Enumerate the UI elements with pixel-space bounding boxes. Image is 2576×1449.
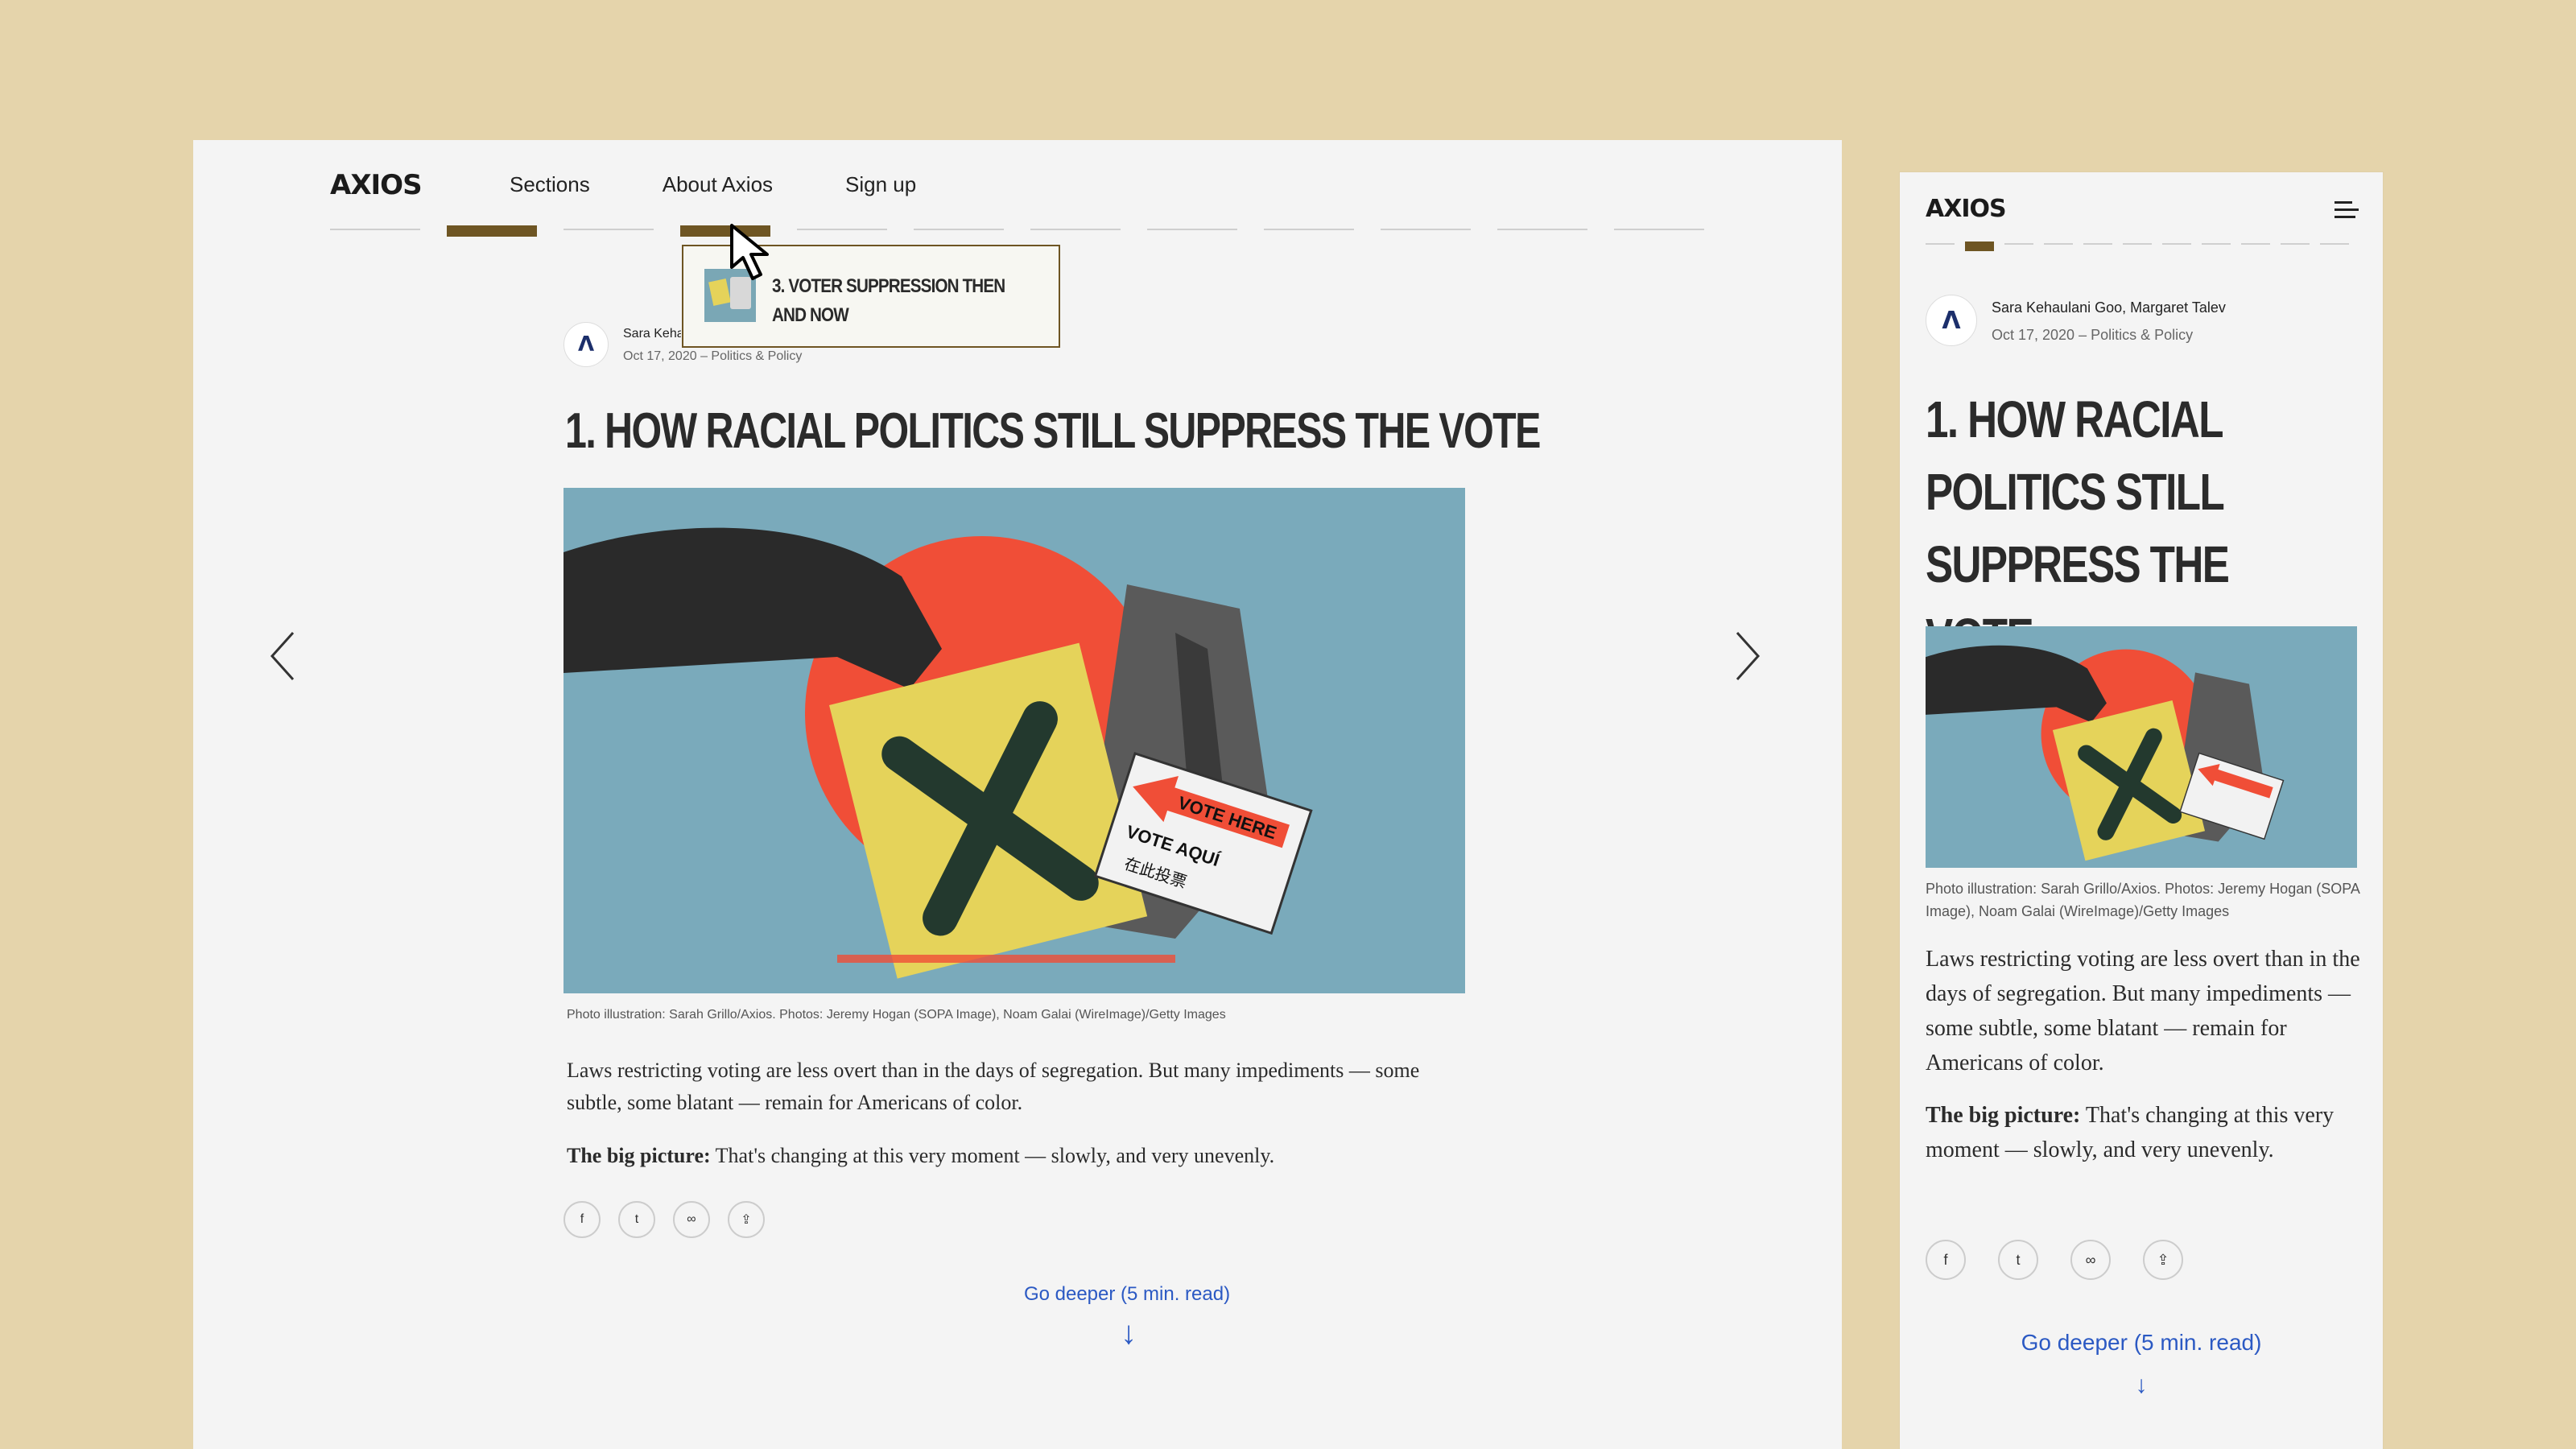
story-progress-segment-5[interactable]: [797, 229, 887, 230]
share-icon[interactable]: ⇪: [2143, 1240, 2183, 1280]
story-progress-mobile-segment-10[interactable]: [2281, 243, 2310, 245]
byline-authors[interactable]: Sara Kehaulani Goo, Margaret Talev: [623, 327, 681, 341]
previous-story-chevron-icon[interactable]: [267, 628, 299, 684]
story-progress-mobile-segment-2[interactable]: [1965, 242, 1994, 251]
share-icon[interactable]: ⇪: [728, 1201, 765, 1238]
article-headline: 1. HOW RACIAL POLITICS STILL SUPPRESS TH…: [565, 403, 1541, 459]
main-nav: Sections About Axios Sign up: [510, 172, 989, 197]
story-progress-segment-12[interactable]: [1614, 229, 1704, 230]
story-progress-mobile-segment-4[interactable]: [2044, 243, 2073, 245]
story-progress-segment-11[interactable]: [1497, 229, 1587, 230]
article-paragraph-2-mobile: The big picture: That's changing at this…: [1926, 1098, 2360, 1167]
nav-about-axios[interactable]: About Axios: [663, 172, 773, 197]
share-buttons: f t ∞ ⇪: [564, 1201, 782, 1238]
link-icon[interactable]: ∞: [673, 1201, 710, 1238]
story-progress-segment-3[interactable]: [564, 229, 654, 230]
illustration-caption-mobile: Photo illustration: Sarah Grillo/Axios. …: [1926, 881, 2359, 919]
axios-logo[interactable]: AXIOS: [330, 169, 423, 201]
share-buttons-mobile: f t ∞ ⇪: [1926, 1240, 2215, 1280]
tooltip-story-title: 3. VOTER SUPPRESSION THEN AND NOW: [772, 275, 1005, 326]
story-progress-segment-7[interactable]: [1030, 229, 1121, 230]
link-icon[interactable]: ∞: [2070, 1240, 2111, 1280]
illustration-graphic-mobile: [1926, 645, 2285, 861]
byline-meta: Oct 17, 2020 – Politics & Policy: [623, 349, 803, 363]
article-paragraph-1-mobile: Laws restricting voting are less overt t…: [1926, 947, 2360, 1075]
twitter-icon[interactable]: t: [618, 1201, 655, 1238]
facebook-icon[interactable]: f: [1926, 1240, 1966, 1280]
axios-logo-mobile[interactable]: AXIOS: [1926, 195, 2007, 223]
go-deeper-link-mobile[interactable]: Go deeper (5 min. read): [1900, 1330, 2383, 1356]
story-progress-bar: [330, 225, 1731, 237]
mobile-article-view: AXIOS Λ Sara Kehaulani Goo, Margaret Tal…: [1900, 172, 2383, 1449]
story-progress-segment-9[interactable]: [1264, 229, 1354, 230]
next-story-chevron-icon[interactable]: [1731, 628, 1763, 684]
go-deeper-link[interactable]: Go deeper (5 min. read): [998, 1283, 1256, 1306]
arrow-down-icon[interactable]: ↓: [1008, 1315, 1249, 1352]
big-picture-text: That's changing at this very moment — sl…: [710, 1144, 1275, 1167]
byline-authors-mobile[interactable]: Sara Kehaulani Goo, Margaret Talev: [1992, 299, 2226, 316]
arrow-down-icon[interactable]: ↓: [1900, 1372, 2383, 1399]
story-progress-segment-10[interactable]: [1381, 229, 1471, 230]
facebook-icon[interactable]: f: [564, 1201, 601, 1238]
illustration-graphic: VOTE HERE VOTE AQUÍ 在此投票: [564, 527, 1313, 979]
article-illustration-mobile: [1926, 626, 2357, 868]
story-progress-bar-mobile: [1926, 242, 2359, 251]
mouse-cursor-icon: [730, 224, 769, 280]
story-progress-mobile-segment-1[interactable]: [1926, 243, 1955, 245]
article-paragraph-2: The big picture: That's changing at this…: [567, 1140, 1460, 1172]
story-progress-segment-2[interactable]: [447, 225, 537, 237]
big-picture-label-mobile: The big picture:: [1926, 1103, 2081, 1128]
article-illustration: VOTE HERE VOTE AQUÍ 在此投票: [564, 488, 1465, 993]
author-avatar: Λ: [564, 322, 609, 367]
story-progress-mobile-segment-11[interactable]: [2320, 243, 2349, 245]
story-progress-mobile-segment-8[interactable]: [2202, 243, 2231, 245]
story-progress-mobile-segment-9[interactable]: [2241, 243, 2270, 245]
story-progress-segment-8[interactable]: [1147, 229, 1237, 230]
story-progress-mobile-segment-6[interactable]: [2123, 243, 2152, 245]
story-progress-mobile-segment-7[interactable]: [2162, 243, 2191, 245]
nav-sections[interactable]: Sections: [510, 172, 590, 197]
big-picture-label: The big picture:: [567, 1144, 711, 1167]
story-progress-mobile-segment-5[interactable]: [2083, 243, 2112, 245]
story-progress-segment-1[interactable]: [330, 229, 420, 230]
illustration-caption: Photo illustration: Sarah Grillo/Axios. …: [567, 1008, 1226, 1022]
article-paragraph-1: Laws restricting voting are less overt t…: [567, 1059, 1420, 1114]
hamburger-menu-icon[interactable]: [2334, 201, 2359, 221]
twitter-icon[interactable]: t: [1998, 1240, 2038, 1280]
byline-meta-mobile: Oct 17, 2020 – Politics & Policy: [1992, 327, 2194, 343]
nav-sign-up[interactable]: Sign up: [845, 172, 916, 197]
story-progress-mobile-segment-3[interactable]: [2004, 243, 2033, 245]
story-progress-segment-6[interactable]: [914, 229, 1004, 230]
author-avatar-mobile: Λ: [1926, 295, 1977, 346]
desktop-article-view: AXIOS Sections About Axios Sign up Λ Sar…: [193, 140, 1842, 1449]
